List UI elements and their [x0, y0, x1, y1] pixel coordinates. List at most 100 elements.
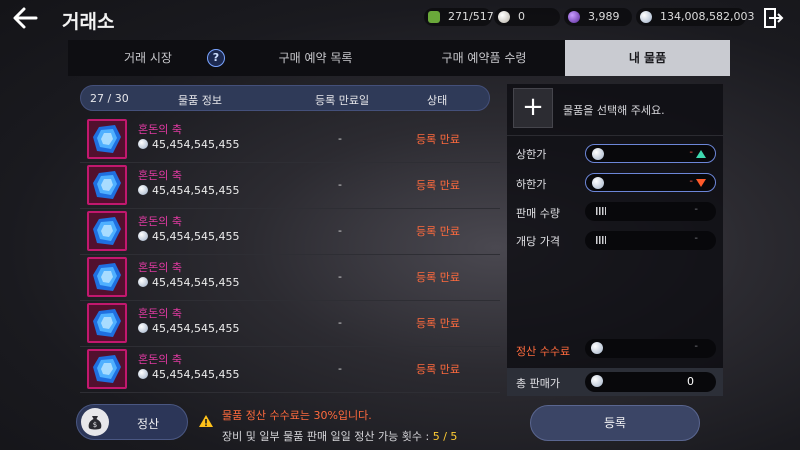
list-item[interactable]: 혼돈의 축 45,454,545,455 - 등록 만료	[80, 209, 500, 255]
unit-price-value: -	[694, 233, 698, 244]
item-status: 등록 만료	[416, 133, 460, 146]
settle-label: 정산	[137, 417, 160, 431]
item-name: 혼돈의 축	[138, 307, 182, 320]
money-bag-icon: $	[81, 408, 109, 436]
tab-market[interactable]: 거래 시장	[68, 40, 228, 76]
column-item-info: 물품 정보	[178, 94, 222, 107]
purple-crystal-icon	[568, 11, 580, 23]
item-expiry: -	[338, 224, 342, 237]
upper-price-field[interactable]: -	[585, 144, 716, 163]
column-expiry: 등록 만료일	[315, 94, 370, 107]
resource-crystal: 3,989	[564, 8, 632, 26]
lower-price-value: -	[689, 176, 693, 187]
item-price-value: 45,454,545,455	[152, 322, 240, 335]
warning-icon	[199, 415, 213, 427]
chaos-axis-item-icon	[87, 211, 127, 251]
register-button[interactable]: 등록	[530, 405, 700, 441]
unit-price-field[interactable]: -	[585, 231, 716, 250]
item-name: 혼돈의 축	[138, 353, 182, 366]
silver-coin-icon	[592, 177, 604, 189]
upper-price-label: 상한가	[516, 148, 547, 161]
chaos-axis-item-icon	[87, 165, 127, 205]
down-arrow-icon	[696, 179, 706, 187]
list-header: 27 / 30 물품 정보 등록 만료일 상태	[80, 85, 490, 111]
quantity-label: 판매 수량	[516, 207, 560, 220]
lower-price-label: 하한가	[516, 178, 547, 191]
tab-my-items[interactable]: 내 물품	[565, 40, 730, 76]
item-price-value: 45,454,545,455	[152, 138, 240, 151]
settle-count-notice: 장비 및 일부 물품 판매 일일 정산 가능 횟수 : 5 / 5	[222, 428, 457, 444]
item-price: 45,454,545,455	[138, 368, 239, 381]
item-expiry: -	[338, 270, 342, 283]
resource-pearl: 0	[494, 8, 560, 26]
settle-count-value: 5 / 5	[432, 430, 458, 443]
quantity-value: -	[694, 204, 698, 215]
quantity-field[interactable]: -	[585, 202, 716, 221]
green-energy-icon	[428, 11, 440, 23]
item-name: 혼돈의 축	[138, 123, 182, 136]
total-field: 0	[585, 372, 716, 392]
item-price: 45,454,545,455	[138, 138, 239, 151]
silver-coin-icon	[591, 342, 603, 354]
list-item[interactable]: 혼돈의 축 45,454,545,455 - 등록 만료	[80, 163, 500, 209]
resource-energy-value: 271/517	[448, 10, 494, 23]
silver-coin-icon	[640, 11, 652, 23]
total-value: 0	[687, 375, 694, 388]
silver-coin-icon	[138, 323, 148, 333]
tab-bar: 거래 시장 구매 예약 목록 구매 예약품 수령 내 물품	[68, 40, 730, 76]
settle-button[interactable]: $ 정산	[76, 404, 188, 440]
silver-coin-icon	[138, 277, 148, 287]
fee-value: -	[694, 341, 698, 352]
up-arrow-icon	[696, 150, 706, 158]
silver-coin-icon	[138, 231, 148, 241]
list-item[interactable]: 혼돈의 축 45,454,545,455 - 등록 만료	[80, 255, 500, 301]
item-name: 혼돈의 축	[138, 169, 182, 182]
svg-text:$: $	[93, 421, 97, 429]
chaos-axis-item-icon	[87, 119, 127, 159]
chaos-axis-item-icon	[87, 257, 127, 297]
back-arrow-icon[interactable]	[12, 6, 38, 30]
item-status: 등록 만료	[416, 179, 460, 192]
silver-coin-icon	[138, 139, 148, 149]
silver-coin-icon	[138, 369, 148, 379]
lower-price-field[interactable]: -	[585, 173, 716, 192]
keypad-icon	[596, 207, 606, 215]
item-price-value: 45,454,545,455	[152, 230, 240, 243]
item-name: 혼돈의 축	[138, 215, 182, 228]
item-price-value: 45,454,545,455	[152, 368, 240, 381]
list-item[interactable]: 혼돈의 축 45,454,545,455 - 등록 만료	[80, 301, 500, 347]
unit-price-label: 개당 가격	[516, 235, 560, 248]
item-expiry: -	[338, 362, 342, 375]
settle-count-text: 장비 및 일부 물품 판매 일일 정산 가능 횟수 :	[222, 430, 433, 443]
tab-reservation-list[interactable]: 구매 예약 목록	[228, 40, 403, 76]
exit-icon[interactable]	[762, 7, 784, 29]
total-row: 총 판매가 0	[507, 368, 723, 396]
item-expiry: -	[338, 132, 342, 145]
list-item[interactable]: 혼돈의 축 45,454,545,455 - 등록 만료	[80, 117, 500, 163]
resource-silver: 134,008,582,003	[636, 8, 754, 26]
item-status: 등록 만료	[416, 317, 460, 330]
item-status: 등록 만료	[416, 363, 460, 376]
exchange-screen: 거래소 271/517 0 3,989 134,008,582,003 거래 시…	[0, 0, 800, 450]
item-expiry: -	[338, 178, 342, 191]
item-price: 45,454,545,455	[138, 322, 239, 335]
select-prompt: 물품을 선택해 주세요.	[563, 104, 665, 117]
list-item[interactable]: 혼돈의 축 45,454,545,455 - 등록 만료	[80, 347, 500, 393]
tab-reservation-receive[interactable]: 구매 예약품 수령	[403, 40, 565, 76]
chaos-axis-item-icon	[87, 303, 127, 343]
column-status: 상태	[427, 94, 448, 107]
item-count: 27 / 30	[90, 92, 129, 105]
item-price-value: 45,454,545,455	[152, 276, 240, 289]
pearl-icon	[498, 11, 510, 23]
upper-price-value: -	[689, 147, 693, 158]
page-title: 거래소	[62, 11, 115, 33]
item-price-value: 45,454,545,455	[152, 184, 240, 197]
resource-energy: 271/517	[424, 8, 494, 26]
panel-divider	[507, 135, 723, 136]
add-item-button[interactable]: +	[513, 88, 553, 128]
help-icon[interactable]: ?	[207, 49, 225, 67]
chaos-axis-item-icon	[87, 349, 127, 389]
item-status: 등록 만료	[416, 271, 460, 284]
item-name: 혼돈의 축	[138, 261, 182, 274]
silver-coin-icon	[591, 375, 603, 387]
